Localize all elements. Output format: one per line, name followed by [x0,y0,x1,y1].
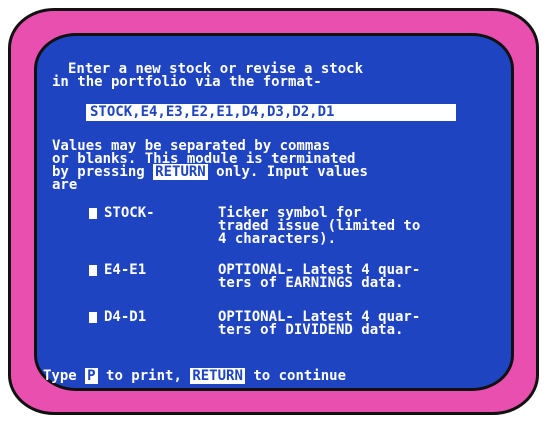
return-key-label: RETURN [153,164,208,180]
item-stock-desc-3: 4 characters). [218,231,337,247]
footer-mid: to print, [97,368,191,384]
print-key[interactable]: P [85,368,98,384]
item-stock-label: STOCK- [104,205,155,221]
note-line-3: by pressing RETURN only. Input values [52,164,368,180]
item-earnings-label: E4-E1 [104,262,147,278]
bullet-square-icon [89,312,97,323]
intro-line-2: in the portfolio via the format- [52,74,322,90]
footer-post: to continue [244,368,347,384]
footer-prompt: Type P to print, RETURN to continue [43,368,347,384]
bullet-square-icon [89,265,97,276]
item-dividend-label: D4-D1 [104,309,147,325]
bullet-square-icon [89,208,97,219]
footer-pre: Type [43,368,86,384]
note-line-3-post: only. Input values [207,164,368,180]
item-dividend-desc-2: ters of DIVIDEND data. [218,322,404,338]
format-string: STOCK,E4,E3,E2,E1,D4,D3,D2,D1 [90,104,335,120]
item-earnings-desc-2: ters of EARNINGS data. [218,275,404,291]
note-line-4: are [52,177,78,193]
continue-return-key[interactable]: RETURN [190,368,245,384]
